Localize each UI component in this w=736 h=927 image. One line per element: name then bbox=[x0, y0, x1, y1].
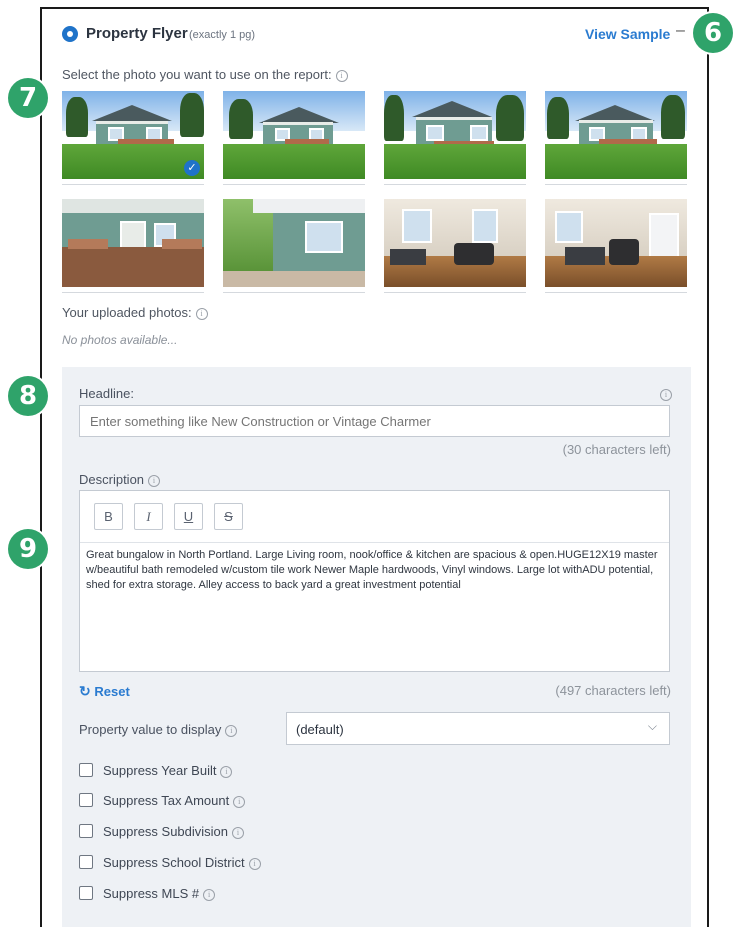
description-label: Description i bbox=[79, 472, 161, 487]
callout-badge-7: 7 bbox=[8, 78, 48, 118]
info-icon[interactable]: i bbox=[335, 69, 348, 82]
photo-thumbnail-3[interactable] bbox=[384, 91, 526, 185]
photo-thumbnail-6[interactable] bbox=[223, 199, 365, 293]
info-icon[interactable]: i bbox=[660, 389, 672, 401]
callout-badge-8: 8 bbox=[8, 376, 48, 416]
checkbox-label: Suppress Year Built i bbox=[103, 763, 233, 778]
info-icon[interactable]: i bbox=[233, 795, 246, 808]
section-title: Property Flyer bbox=[86, 25, 188, 42]
checkbox-label: Suppress Tax Amount i bbox=[103, 793, 246, 808]
photo-select-prompt-text: Select the photo you want to use on the … bbox=[62, 67, 332, 82]
flyer-form: Headline: i (30 characters left) Descrip… bbox=[62, 367, 691, 927]
property-value-select[interactable]: (default) ⌵ bbox=[286, 712, 670, 745]
selected-check-icon: ✓ bbox=[184, 160, 200, 176]
checkbox[interactable] bbox=[79, 855, 93, 869]
headline-character-counter: (30 characters left) bbox=[562, 442, 671, 457]
info-icon[interactable]: i bbox=[195, 307, 208, 320]
photo-thumbnail-1[interactable]: ✓ bbox=[62, 91, 204, 185]
no-photos-message: No photos available... bbox=[62, 333, 178, 347]
headline-input[interactable] bbox=[79, 405, 670, 437]
description-character-counter: (497 characters left) bbox=[555, 683, 671, 698]
photo-select-prompt: Select the photo you want to use on the … bbox=[62, 67, 348, 82]
callout-badge-9: 9 bbox=[8, 529, 48, 569]
checkbox[interactable] bbox=[79, 793, 93, 807]
info-icon[interactable]: i bbox=[148, 474, 161, 487]
description-label-text: Description bbox=[79, 472, 145, 487]
description-editor[interactable]: B I U S Great bungalow in North Portland… bbox=[79, 490, 670, 672]
property-value-label: Property value to display i bbox=[79, 722, 238, 737]
description-text[interactable]: Great bungalow in North Portland. Large … bbox=[86, 548, 666, 593]
reset-button[interactable]: ↻ Reset bbox=[79, 683, 130, 700]
checkbox[interactable] bbox=[79, 824, 93, 838]
uploaded-photos-label: Your uploaded photos: i bbox=[62, 305, 208, 320]
info-icon[interactable]: i bbox=[232, 826, 245, 839]
checkbox-label: Suppress MLS # i bbox=[103, 886, 216, 901]
section-header: Property Flyer (exactly 1 pg) View Sampl… bbox=[42, 9, 707, 59]
info-icon[interactable]: i bbox=[225, 724, 238, 737]
info-icon[interactable]: i bbox=[203, 888, 216, 901]
checkbox-label: Suppress Subdivision i bbox=[103, 824, 245, 839]
checkbox[interactable] bbox=[79, 763, 93, 777]
property-flyer-panel: Property Flyer (exactly 1 pg) View Sampl… bbox=[40, 7, 709, 927]
strikethrough-button[interactable]: S bbox=[214, 503, 243, 530]
headline-label: Headline: bbox=[79, 386, 134, 401]
callout-badge-6: 6 bbox=[693, 13, 733, 53]
info-icon[interactable]: i bbox=[220, 765, 233, 778]
property-flyer-radio[interactable] bbox=[62, 26, 78, 42]
photo-thumbnail-5[interactable] bbox=[62, 199, 204, 293]
photo-thumbnail-4[interactable] bbox=[545, 91, 687, 185]
italic-button[interactable]: I bbox=[134, 503, 163, 530]
chevron-down-icon: ⌵ bbox=[647, 719, 657, 733]
property-value-selected: (default) bbox=[296, 722, 344, 737]
photo-thumbnail-7[interactable] bbox=[384, 199, 526, 293]
editor-toolbar: B I U S bbox=[80, 491, 669, 543]
reset-label: Reset bbox=[94, 684, 130, 699]
underline-button[interactable]: U bbox=[174, 503, 203, 530]
view-sample-link[interactable]: View Sample bbox=[585, 26, 670, 42]
checkbox-label: Suppress School District i bbox=[103, 855, 261, 870]
uploaded-photos-label-text: Your uploaded photos: bbox=[62, 305, 192, 320]
collapse-button[interactable]: – bbox=[676, 22, 685, 40]
bold-button[interactable]: B bbox=[94, 503, 123, 530]
info-icon[interactable]: i bbox=[248, 857, 261, 870]
checkbox[interactable] bbox=[79, 886, 93, 900]
photo-thumbnail-8[interactable] bbox=[545, 199, 687, 293]
section-subtitle: (exactly 1 pg) bbox=[189, 29, 256, 41]
photo-thumbnail-2[interactable] bbox=[223, 91, 365, 185]
property-value-label-text: Property value to display bbox=[79, 722, 222, 737]
refresh-icon: ↻ bbox=[79, 683, 91, 699]
